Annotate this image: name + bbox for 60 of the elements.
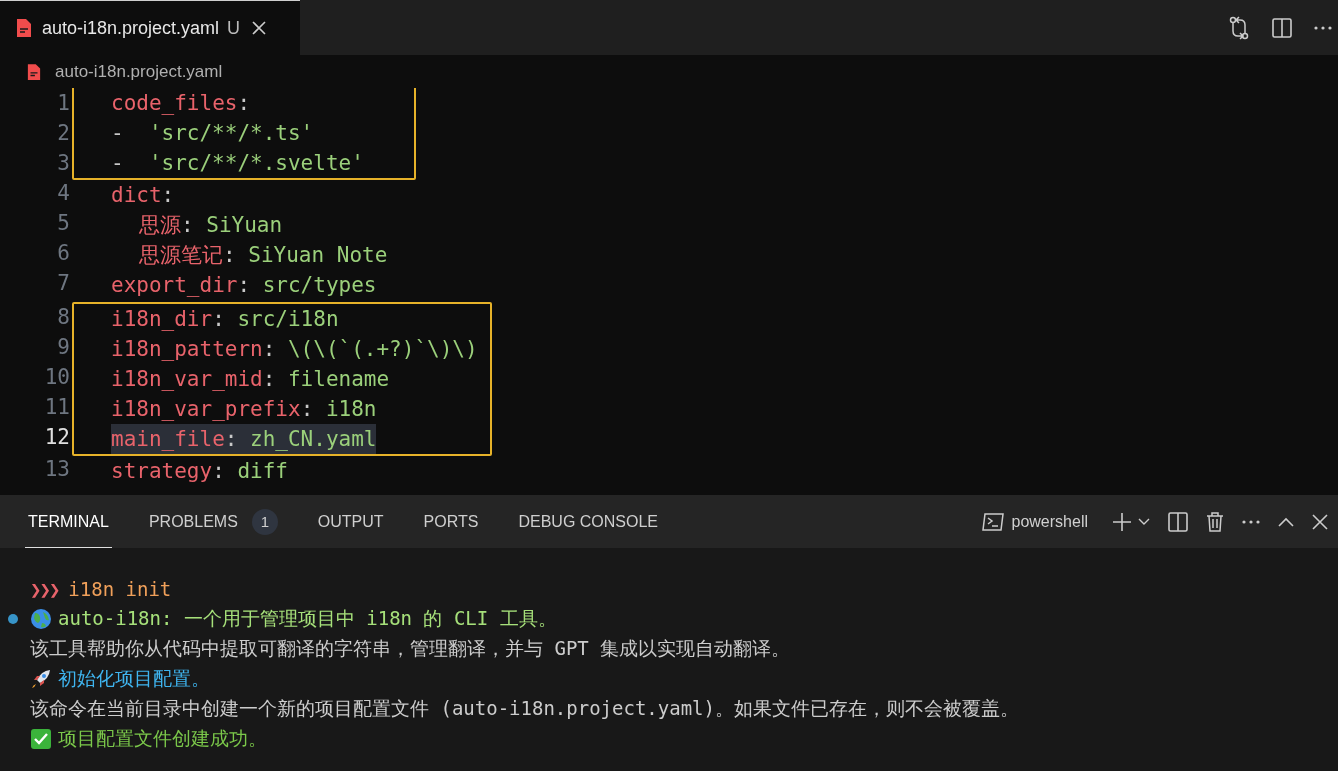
panel-tab[interactable]: TERMINAL [25,495,112,548]
terminal-output: 该工具帮助你从代码中提取可翻译的字符串，管理翻译，并与 GPT 集成以实现自动翻译。 [30,636,791,661]
terminal-output: 初始化项目配置。 [58,666,210,691]
close-icon[interactable] [1312,513,1328,530]
code-line: dict: [111,182,175,209]
globe-icon [30,608,52,630]
code-line: code_files: [111,90,251,117]
line-number: 9 [56,334,70,361]
line-number: 2 [56,120,70,147]
breadcrumb[interactable]: auto-i18n.project.yaml [55,61,223,82]
line-number: 3 [56,150,70,177]
tab-title: auto-i18n.project.yaml [42,17,220,39]
line-number: 7 [56,270,70,297]
prompt-symbol: ❯❯❯ [30,578,59,600]
panel-tab[interactable]: PORTS [420,495,482,548]
code-line: i18n_var_mid: filename [111,366,390,393]
compare-changes-icon[interactable] [1228,15,1250,40]
code-line: i18n_pattern: \(\(`(.+?)`\)\) [111,336,478,363]
split-terminal-icon[interactable] [1168,511,1188,532]
add-icon[interactable] [1112,511,1132,532]
terminal-output: 项目配置文件创建成功。 [58,726,267,751]
editor-tab[interactable]: auto-i18n.project.yaml U [0,0,300,55]
line-number: 13 [43,456,70,483]
code-line: 思源笔记: SiYuan Note [139,242,388,269]
more-icon[interactable] [1242,519,1260,524]
more-icon[interactable] [1314,25,1332,30]
line-number: 11 [43,394,70,421]
code-line: i18n_var_prefix: i18n [111,396,377,423]
split-editor-icon[interactable] [1272,17,1292,38]
rocket-icon [30,668,52,690]
line-number: 10 [43,364,70,391]
code-line: strategy: diff [111,458,288,485]
line-number: 1 [56,90,70,117]
terminal-output: auto-i18n: 一个用于管理项目中 i18n 的 CLI 工具。 [58,606,557,631]
terminal-output: 该命令在当前目录中创建一个新的项目配置文件 (auto-i18n.project.yaml)。如果文件已存在，则不会被覆盖。 [30,696,1019,721]
command-text: i18n init [68,578,172,600]
terminal-icon [981,511,1004,532]
line-number: 5 [56,210,70,237]
trash-icon[interactable] [1206,511,1224,532]
check-icon [30,728,52,750]
code-line: - 'src/**/*.svelte' [111,150,364,177]
panel-tab[interactable]: DEBUG CONSOLE [515,495,662,548]
code-line: i18n_dir: src/i18n [111,306,339,333]
code-line: export_dir: src/types [111,272,377,299]
code-line: 思源: SiYuan [139,212,283,239]
code-line: - 'src/**/*.ts' [111,120,314,147]
panel-tab[interactable]: PROBLEMS 1 [145,495,281,548]
line-number: 4 [56,180,70,207]
line-number: 12 [43,424,70,451]
file-icon [16,18,32,38]
line-number: 8 [56,304,70,331]
chevron-up-icon[interactable] [1278,516,1294,527]
panel-tab[interactable]: OUTPUT [314,495,387,548]
count-badge: 1 [251,509,278,535]
untracked-status: U [227,17,241,39]
line-number: 6 [56,240,70,267]
close-icon[interactable] [252,21,267,35]
file-icon [27,62,41,81]
terminal-profile-button[interactable]: powershell [981,511,1088,532]
chevron-down-icon[interactable] [1138,517,1150,526]
